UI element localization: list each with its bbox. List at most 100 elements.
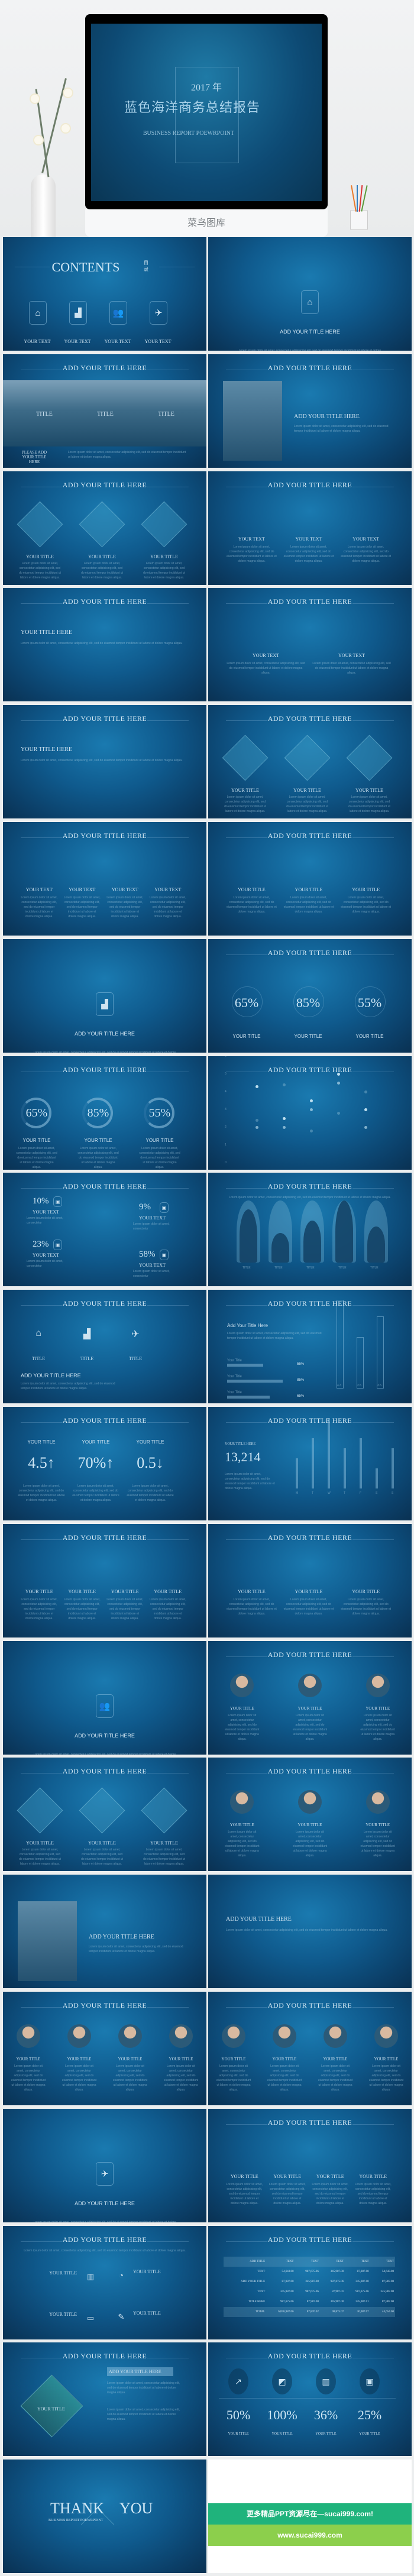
slide-pcts: ADD YOUR TITLE HERE 65% YOUR TITLE 85% YOUR …: [208, 939, 412, 1053]
day-label: S: [376, 1491, 378, 1495]
table-cell: 987,675.06: [330, 2280, 344, 2283]
slide-hbars: ADD YOUR TITLE HERE Add Your Title Here Lo…: [208, 1290, 412, 1403]
table-total-row: TOTAL 6,876,987.06 87,876.02 98,875.07 36,98…: [224, 2307, 395, 2317]
bar-label: Your Title: [227, 1359, 242, 1363]
item-label: YOUR TITLE: [221, 2057, 246, 2062]
chart-icon: ▟: [69, 301, 87, 325]
item-label: YOUR TEXT: [154, 887, 182, 892]
item-label: YOUR TEXT: [33, 1253, 59, 1258]
section-heading: YOUR TITLE HERE: [225, 1442, 256, 1446]
table-cell: 987,675.06: [305, 2270, 319, 2273]
section-heading: ADD YOUR TITLE HERE: [75, 1031, 135, 1037]
item-label: YOUR TEXT: [104, 339, 131, 344]
data-point: [364, 1126, 367, 1129]
ad-url-link[interactable]: www.sucai999.com: [208, 2525, 412, 2546]
table-cell: 44,654.00: [370, 2307, 395, 2317]
item-label: YOUR TITLE: [316, 2174, 344, 2179]
item-label: YOUR TITLE: [295, 887, 323, 892]
body-text: Lorem ipsum dolor sit amet, consectetur …: [341, 896, 392, 914]
slide-title: ADD YOUR TITLE HERE: [62, 1066, 147, 1074]
body-text: Lorem ipsum dolor sit amet, consectetur …: [341, 1598, 392, 1616]
slide-people: ADD YOUR TITLE HERE YOUR TITLE Lorem ipsum…: [3, 1992, 206, 2105]
contents-title: CONTENTS: [51, 260, 120, 274]
slide-title: ADD YOUR TITLE HERE: [62, 831, 147, 840]
body-text: Lorem ipsum dolor sit amet, consectetur …: [33, 1051, 176, 1053]
data-point: [337, 1073, 340, 1076]
data-point: [364, 1108, 367, 1111]
body-text: Lorem ipsum dolor sit amet, consectetur …: [229, 1196, 391, 1199]
photo-label: TITLE: [36, 411, 53, 418]
slide-rings: ADD YOUR TITLE HERE 65% YOUR TITLE Lorem ip…: [3, 1056, 206, 1170]
avatar-photo: [324, 2024, 347, 2048]
item-label: YOUR TITLE: [355, 788, 383, 793]
avatar-photo: [298, 1674, 322, 1697]
vertical-bar: [357, 1336, 364, 1389]
slide-generic: ADD YOUR TITLE HERE YOUR TEXT Lorem ipsum …: [208, 471, 412, 585]
slide-contents: CONTENTS 目录 ⌂ YOUR TEXT ▟ YOUR TEXT 👥 YOUR TEXT…: [3, 237, 206, 351]
slide-title: ADD YOUR TITLE HERE: [62, 1767, 147, 1775]
pencil-cup: [350, 185, 368, 230]
body-text: Lorem ipsum dolor sit amet, consectetur …: [19, 1848, 61, 1866]
category-label: TITLE: [242, 1266, 251, 1270]
table-cell: ADD YOUR TITLE: [241, 2280, 266, 2283]
body-text: Lorem ipsum dolor sit amet, consectetur …: [283, 1598, 334, 1616]
item-label: YOUR TITLE: [374, 2057, 399, 2062]
progress-bar: [227, 1396, 270, 1399]
item-label: YOUR TEXT: [64, 339, 91, 344]
slide-section: ⌂ ADD YOUR TITLE HERE Lorem ipsum dolor si…: [208, 237, 412, 351]
flower: [64, 89, 72, 97]
body-text: Lorem ipsum dolor sit amet, consectetur …: [368, 2064, 404, 2092]
laptop-icon: ▭: [86, 2313, 95, 2322]
item-label: YOUR TITLE: [16, 2057, 41, 2062]
vertical-bar: [337, 1299, 344, 1389]
item-desc: Lorem ipsum dolor sit amet, consectetur: [27, 1216, 63, 1225]
data-point: [283, 1117, 286, 1120]
slide-stats3: ADD YOUR TITLE HERE YOUR TITLE 4.5↑ Lorem i…: [3, 1407, 206, 1520]
section-heading: ADD YOUR TITLE HERE: [280, 329, 340, 335]
presentation-icon: ▣: [360, 2368, 380, 2394]
y-tick: 6: [225, 1056, 227, 1058]
percent-value: 23%: [33, 1240, 49, 1249]
table-cell: 87,987.00: [282, 2280, 294, 2283]
item-label: YOUR TEXT: [352, 536, 380, 542]
body-text: Lorem ipsum dolor sit amet, consectetur …: [127, 1484, 174, 1502]
slide-title: ADD YOUR TITLE HERE: [62, 2235, 147, 2244]
body-text: Lorem ipsum dolor sit amet, consectetur …: [89, 1945, 183, 1953]
section-heading: Add Your Title Here: [227, 1323, 268, 1328]
day-bar: [312, 1438, 314, 1488]
item-label: YOUR TITLE: [67, 2057, 92, 2062]
slide-title: ADD YOUR TITLE HERE: [267, 597, 352, 606]
avatar-photo: [17, 2024, 40, 2048]
table-cell: TITLE HERE: [248, 2300, 266, 2303]
item-label: YOUR TEXT: [139, 1263, 166, 1268]
peak-inner: [303, 1220, 321, 1263]
body-text: Lorem ipsum dolor sit amet, consectetur …: [16, 1147, 57, 1169]
body-text: Lorem ipsum dolor sit amet, consectetur …: [226, 1928, 388, 1932]
body-text: Lorem ipsum dolor sit amet, consectetur …: [149, 896, 186, 918]
body-text: Lorem ipsum dolor sit amet, consectetur …: [143, 1848, 185, 1866]
section-heading: ADD YOUR TITLE HERE: [75, 1733, 135, 1739]
item-label: YOUR TITLE: [323, 2057, 348, 2062]
slide-title: ADD YOUR TITLE HERE: [62, 1533, 147, 1542]
body-text: Lorem ipsum dolor sit amet, consectetur …: [354, 2183, 392, 2205]
pie-icon: ◔: [119, 2271, 124, 2280]
item-label: YOUR TITLE: [111, 1589, 139, 1594]
item-label: YOUR TITLE HERE: [21, 629, 73, 636]
slide-generic: ADD YOUR TITLE HERE YOUR TITLE Lorem ipsum…: [208, 1524, 412, 1637]
vertical-bar-value: 4.3: [337, 1384, 341, 1387]
brand-label: 菜鸟图库: [85, 209, 328, 237]
slide-quad: ADD YOUR TITLE HERE Lorem ipsum dolor sit…: [3, 2226, 206, 2339]
diamond-shape: [284, 734, 331, 781]
slide-title: ADD YOUR TITLE HERE: [267, 714, 352, 723]
body-text: Lorem ipsum dolor sit amet, consectetur …: [72, 1484, 119, 1502]
slide-title: ADD YOUR TITLE HERE: [267, 1066, 352, 1074]
body-text: Lorem ipsum dolor sit amet, consectetur …: [238, 349, 381, 351]
day-label: F: [360, 1491, 362, 1495]
data-point: [255, 1119, 258, 1122]
progress-bar: [227, 1380, 283, 1383]
item-label: YOUR TITLE: [22, 1138, 51, 1143]
body-text: Lorem ipsum dolor sit amet, consectetur …: [283, 545, 334, 563]
body-text: Lorem ipsum dolor sit amet, consectetur …: [267, 2064, 302, 2092]
table-cell: TEXT: [257, 2290, 266, 2293]
body-text: Lorem ipsum dolor sit amet, consectetur …: [77, 1147, 119, 1169]
